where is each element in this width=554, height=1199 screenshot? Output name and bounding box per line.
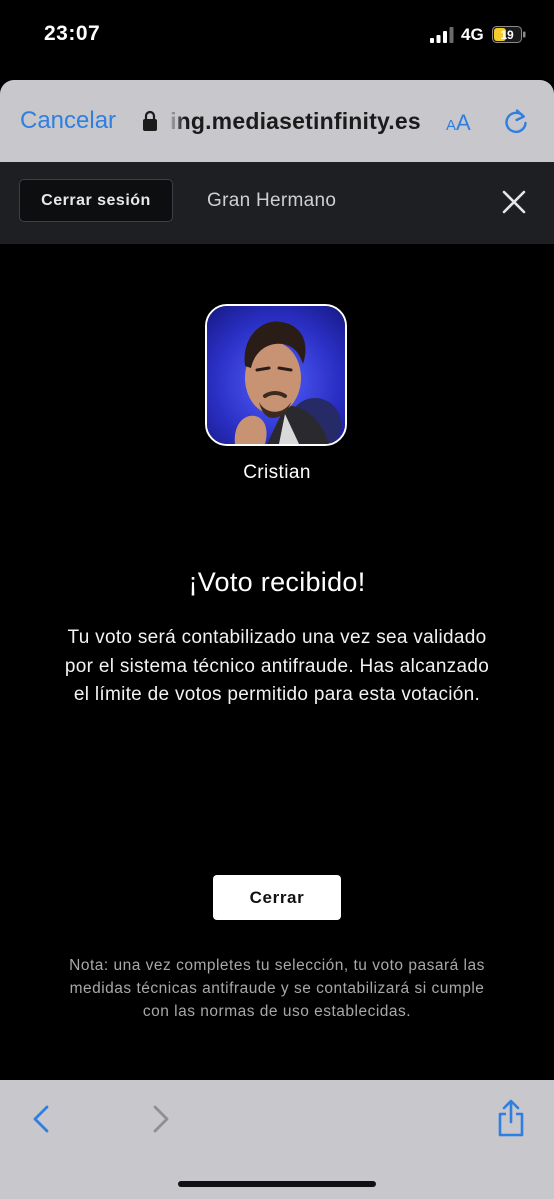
lock-icon — [143, 110, 157, 131]
cancel-button[interactable]: Cancelar — [20, 107, 116, 135]
close-icon[interactable] — [500, 188, 528, 216]
url-fade — [168, 104, 184, 136]
url-address[interactable]: ing.mediasetinfinity.es — [170, 108, 421, 135]
contestant-name: Cristian — [243, 462, 311, 483]
program-title: Gran Hermano — [207, 190, 337, 211]
vote-confirmation-message: Tu voto será contabilizado una vez sea v… — [64, 627, 490, 705]
contestant-photo — [207, 306, 345, 444]
forward-icon[interactable] — [150, 1104, 172, 1134]
close-button[interactable]: Cerrar — [213, 875, 341, 920]
text-size-small-label: A — [446, 117, 457, 134]
contestant-avatar — [205, 304, 347, 446]
text-size-button[interactable]: AA — [446, 110, 471, 136]
vote-confirmation-title: ¡Voto recibido! — [188, 567, 366, 597]
reload-icon[interactable] — [503, 108, 529, 136]
cellular-signal-icon — [430, 27, 454, 43]
status-time: 23:07 — [44, 22, 101, 45]
logout-button[interactable]: Cerrar sesión — [19, 179, 173, 222]
home-indicator — [178, 1181, 376, 1187]
note-text: Nota: una vez completes tu selección, tu… — [69, 957, 485, 1020]
network-type: 4G — [461, 25, 484, 44]
battery-icon: 19 — [492, 26, 526, 43]
text-size-large-label: A — [456, 110, 471, 135]
battery-level: 19 — [500, 28, 514, 42]
share-icon[interactable] — [496, 1098, 526, 1138]
back-icon[interactable] — [30, 1104, 52, 1134]
